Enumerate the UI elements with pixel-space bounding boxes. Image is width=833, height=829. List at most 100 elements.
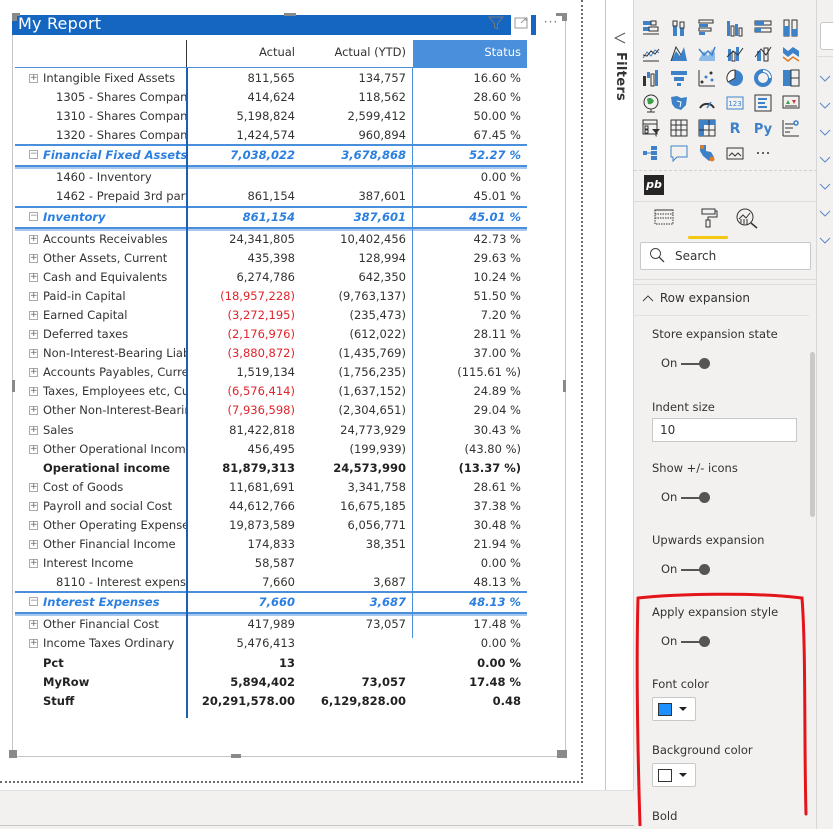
custom-visual-icon[interactable] (725, 143, 745, 163)
100-stacked-bar-icon[interactable] (753, 18, 773, 38)
table-row[interactable]: + Other Financial Cost 417,989 73,057 17.48 … (15, 615, 527, 634)
column-header-status[interactable]: Status (413, 40, 527, 68)
table-row[interactable]: 1310 - Shares Company 5,198,824 2,599,412 5… (15, 107, 527, 126)
chevron-down-icon[interactable] (819, 75, 831, 87)
table-row[interactable]: + Other Assets, Current 435,398 128,994 29.6… (15, 249, 527, 268)
chevron-down-icon[interactable] (819, 129, 831, 141)
font-color-picker[interactable] (652, 697, 696, 721)
multi-row-card-icon[interactable] (753, 93, 773, 113)
100-stacked-column-icon[interactable] (781, 18, 801, 38)
map-icon[interactable] (641, 93, 661, 113)
shape-map-icon[interactable] (697, 143, 717, 163)
fields-search-input[interactable] (820, 22, 833, 50)
custom-pb-visual-icon[interactable]: pb (644, 175, 664, 195)
table-row[interactable]: + Other Operating Expenses 19,873,589 6,056… (15, 516, 527, 535)
table-row[interactable]: Operational income 81,879,313 24,573,990 (1… (15, 459, 527, 478)
table-row[interactable]: + Taxes, Employees etc, Curr (6,576,414) (1… (15, 382, 527, 401)
chevron-down-icon[interactable] (819, 237, 831, 249)
stacked-bar-icon[interactable] (641, 18, 661, 38)
focus-mode-icon[interactable] (511, 15, 531, 35)
scatter-icon[interactable] (697, 68, 717, 88)
chevron-down-icon[interactable] (819, 183, 831, 195)
qa-icon[interactable] (669, 143, 689, 163)
table-row[interactable]: + Income Taxes Ordinary 5,476,413 0.00 % (15, 634, 527, 653)
table-row[interactable]: + Interest Income 58,587 0.00 % (15, 554, 527, 573)
store-expansion-toggle[interactable]: On (661, 356, 721, 372)
column-header-actual-ytd[interactable]: Actual (YTD) (297, 40, 410, 65)
table-row[interactable]: + Cost of Goods 11,681,691 3,341,758 28.61 % (15, 478, 527, 497)
pie-chart-icon[interactable] (725, 68, 745, 88)
table-row[interactable]: + Earned Capital (3,272,195) (235,473) 7.20 … (15, 306, 527, 325)
indent-size-input[interactable]: 10 (652, 418, 797, 442)
resize-handle[interactable] (284, 13, 296, 16)
resize-handle[interactable] (12, 13, 20, 16)
decomposition-tree-icon[interactable] (641, 143, 661, 163)
filter-icon[interactable] (486, 15, 506, 35)
analytics-tab[interactable] (734, 207, 760, 233)
kpi-icon[interactable] (781, 93, 801, 113)
clustered-column-icon[interactable] (725, 18, 745, 38)
column-header-actual[interactable]: Actual (187, 40, 297, 65)
table-row[interactable]: + Deferred taxes (2,176,976) (612,022) 28.11… (15, 325, 527, 344)
resize-handle[interactable] (563, 380, 566, 392)
section-header-row-expansion[interactable]: Row expansion (642, 291, 750, 305)
format-tab[interactable] (696, 207, 722, 233)
table-icon[interactable] (669, 118, 689, 138)
more-visuals-icon[interactable] (753, 143, 773, 163)
filters-label[interactable]: Filters (613, 52, 628, 101)
line-chart-icon[interactable] (641, 43, 661, 63)
funnel-icon[interactable] (669, 68, 689, 88)
resize-handle[interactable] (556, 13, 566, 16)
line-stacked-column-icon[interactable] (753, 43, 773, 63)
area-chart-icon[interactable] (669, 43, 689, 63)
table-row[interactable]: + Other Non-Interest-Bearin (7,936,598) (2,… (15, 401, 527, 420)
table-row[interactable]: + Intangible Fixed Assets 811,565 134,757 16… (15, 69, 527, 88)
ribbon-chart-icon[interactable] (781, 43, 801, 63)
slicer-icon[interactable] (641, 118, 661, 138)
matrix-icon[interactable] (697, 118, 717, 138)
format-pane-scrollbar[interactable] (810, 352, 815, 517)
table-row[interactable]: 1305 - Shares Company 414,624 118,562 28.60… (15, 88, 527, 107)
table-row[interactable]: 1320 - Shares Company 1,424,574 960,894 67.… (15, 126, 527, 145)
chevron-down-icon[interactable] (819, 210, 831, 222)
stacked-area-icon[interactable] (697, 43, 717, 63)
line-clustered-column-icon[interactable] (725, 43, 745, 63)
resize-handle[interactable] (557, 750, 567, 758)
table-row[interactable]: + Sales 81,422,818 24,773,929 30.43 % (15, 421, 527, 440)
chevron-down-icon[interactable] (819, 102, 831, 114)
table-row-expanded-total[interactable]: − Financial Fixed Assets 7,038,022 3,678,86… (15, 144, 527, 170)
python-visual-icon[interactable]: Py (753, 118, 773, 138)
report-canvas[interactable]: My Report ··· Actual Actual (YTD) Status… (0, 0, 605, 790)
table-row[interactable]: Pct 13 0.00 % (15, 654, 527, 673)
waterfall-icon[interactable] (641, 68, 661, 88)
donut-chart-icon[interactable] (753, 68, 773, 88)
clustered-bar-icon[interactable] (697, 18, 717, 38)
treemap-icon[interactable] (781, 68, 801, 88)
table-row[interactable]: 1460 - Inventory 0.00 % (15, 168, 527, 187)
table-row[interactable]: + Paid-in Capital (18,957,228) (9,763,137) 5… (15, 287, 527, 306)
table-row-expanded-total[interactable]: − Inventory 861,154 387,601 45.01 % (15, 205, 527, 231)
format-search-input[interactable]: Search (640, 242, 811, 270)
table-row[interactable]: 1462 - Prepaid 3rd party 861,154 387,601 45… (15, 187, 527, 206)
r-visual-icon[interactable]: R (725, 118, 745, 138)
card-icon[interactable]: 123 (725, 93, 745, 113)
stacked-column-icon[interactable] (669, 18, 689, 38)
table-row[interactable]: 8110 - Interest expenses 7,660 3,687 48.13 … (15, 573, 527, 592)
filled-map-icon[interactable] (669, 93, 689, 113)
background-color-picker[interactable] (652, 763, 696, 787)
chevron-down-icon[interactable] (819, 156, 831, 168)
table-row[interactable]: MyRow 5,894,402 73,057 17.48 % (15, 673, 527, 692)
show-icons-toggle[interactable]: On (661, 490, 721, 506)
resize-handle[interactable] (9, 750, 17, 758)
filters-pane-collapsed[interactable]: Filters (605, 0, 634, 790)
upwards-expansion-toggle[interactable]: On (661, 562, 721, 578)
table-row-expanded-total[interactable]: − Interest Expenses 7,660 3,687 48.13 % (15, 591, 527, 617)
table-row[interactable]: + Non-Interest-Bearing Liab (3,880,872) (1,… (15, 344, 527, 363)
apply-expansion-style-toggle[interactable]: On (661, 634, 721, 650)
table-row[interactable]: Stuff 20,291,578.00 6,129,828.00 0.48 (15, 692, 527, 711)
table-row[interactable]: + Accounts Payables, Curren 1,519,134 (1,75… (15, 363, 527, 382)
gauge-icon[interactable] (697, 93, 717, 113)
key-influencers-icon[interactable] (781, 118, 801, 138)
table-row[interactable]: + Other Financial Income 174,833 38,351 21.9… (15, 535, 527, 554)
table-row[interactable]: + Cash and Equivalents 6,274,786 642,350 10.… (15, 268, 527, 287)
